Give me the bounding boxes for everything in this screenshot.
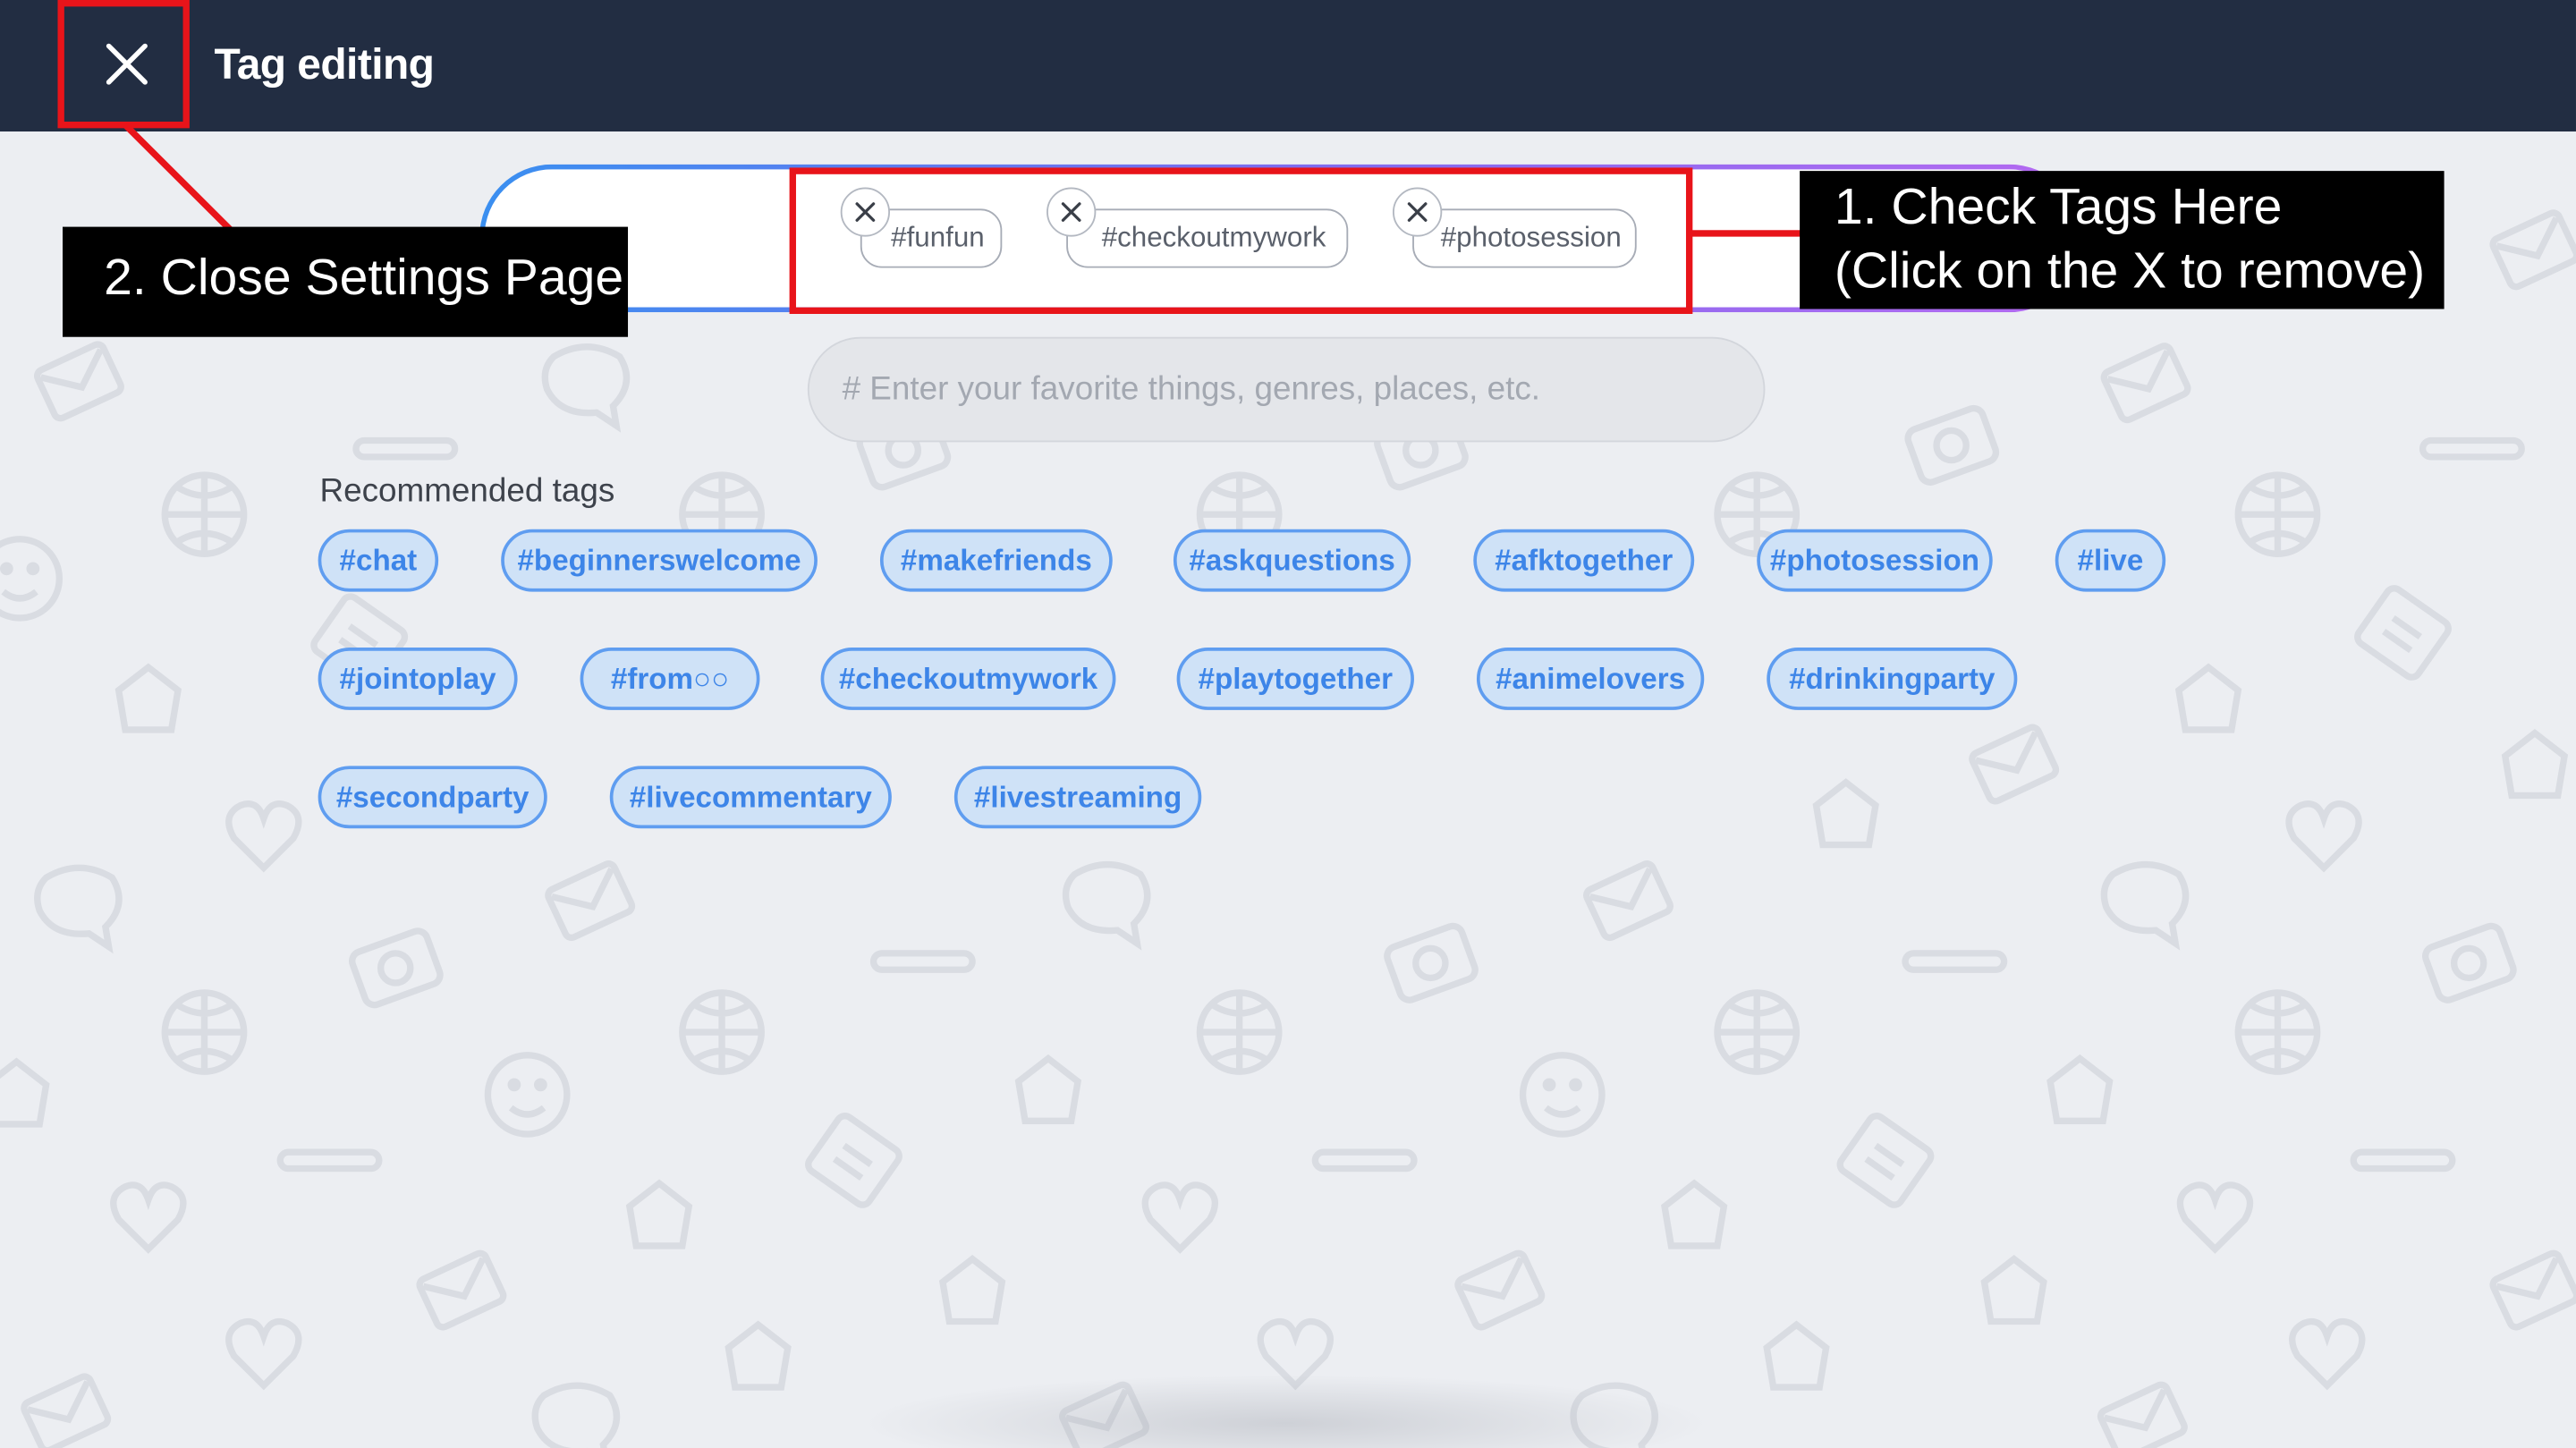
annotation-check-tags-line1: 1. Check Tags Here: [1834, 177, 2283, 235]
annotation-close-settings-label: 2. Close Settings Page: [63, 226, 629, 337]
tag-search-input[interactable]: [807, 336, 1766, 443]
recommended-tag-livestreaming[interactable]: #livestreaming: [953, 766, 1202, 829]
recommended-tag-animelovers[interactable]: #animelovers: [1476, 648, 1705, 710]
annotation-close-highlight: [57, 0, 190, 129]
tag-editing-screen: Tag editing #funfun #checkoutmywork #pho…: [0, 0, 2576, 1448]
annotation-check-tags-label: 1. Check Tags Here (Click on the X to re…: [1800, 171, 2445, 309]
annotation-check-tags-line2: (Click on the X to remove): [1834, 241, 2426, 300]
recommended-tag-checkoutmywork[interactable]: #checkoutmywork: [820, 648, 1116, 710]
recommended-tag-afktogether[interactable]: #afktogether: [1473, 529, 1695, 592]
annotation-connector-tags: [1689, 230, 1805, 237]
recommended-tag-makefriends[interactable]: #makefriends: [879, 529, 1113, 592]
recommended-tag-from[interactable]: #from○○: [580, 648, 760, 710]
recommended-tag-askquestions[interactable]: #askquestions: [1173, 529, 1411, 592]
recommended-tag-playtogether[interactable]: #playtogether: [1176, 648, 1414, 710]
annotation-tags-highlight: [789, 167, 1693, 315]
recommended-tag-beginnerswelcome[interactable]: #beginnerswelcome: [501, 529, 818, 592]
recommended-tag-livecommentary[interactable]: #livecommentary: [609, 766, 892, 829]
recommended-tag-jointoplay[interactable]: #jointoplay: [318, 648, 518, 710]
recommended-tag-live[interactable]: #live: [2055, 529, 2166, 592]
page-title: Tag editing: [214, 39, 435, 89]
header-bar: Tag editing: [0, 0, 2576, 132]
recommended-tag-chat[interactable]: #chat: [318, 529, 439, 592]
recommended-tag-drinkingparty[interactable]: #drinkingparty: [1767, 648, 2018, 710]
recommended-tag-photosession[interactable]: #photosession: [1757, 529, 1993, 592]
recommended-tags-title: Recommended tags: [319, 473, 615, 510]
recommended-tag-secondparty[interactable]: #secondparty: [318, 766, 547, 829]
